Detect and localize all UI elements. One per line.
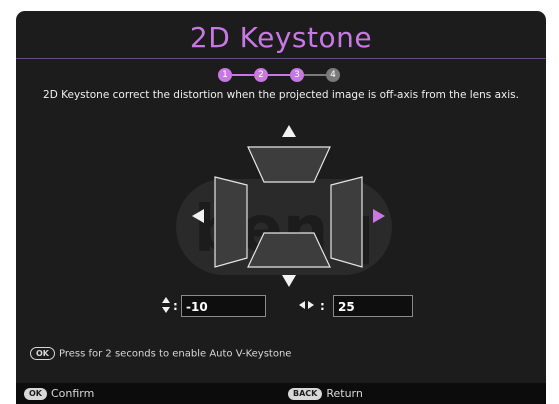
confirm-hint[interactable]: OK Confirm bbox=[24, 387, 94, 401]
ok-key-badge: OK bbox=[30, 347, 55, 360]
keystone-diagram bbox=[162, 125, 385, 313]
arrow-right-icon[interactable] bbox=[373, 209, 385, 223]
vertical-keystone-value[interactable]: -10 bbox=[181, 295, 266, 317]
keystone-left-shape bbox=[214, 176, 248, 268]
confirm-label: Confirm bbox=[51, 387, 95, 400]
footer-bar: OK Confirm BACK Return bbox=[16, 383, 546, 404]
osd-window: 2D Keystone 1 2 3 4 2D Keystone correct … bbox=[16, 11, 546, 404]
arrow-up-icon[interactable] bbox=[282, 125, 296, 137]
arrow-left-icon[interactable] bbox=[192, 209, 204, 223]
left-right-arrows-icon bbox=[299, 301, 314, 309]
return-hint[interactable]: BACK Return bbox=[288, 387, 363, 401]
horizontal-keystone-value[interactable]: 25 bbox=[333, 295, 413, 317]
vertical-colon: : bbox=[173, 299, 178, 313]
return-label: Return bbox=[326, 387, 363, 400]
ok-key-icon: OK bbox=[24, 388, 47, 400]
auto-keystone-hint: OK Press for 2 seconds to enable Auto V-K… bbox=[30, 347, 291, 361]
horizontal-colon: : bbox=[320, 299, 325, 313]
keystone-bottom-shape bbox=[247, 232, 331, 268]
keystone-top-shape bbox=[247, 146, 331, 183]
arrow-down-icon[interactable] bbox=[282, 275, 296, 287]
hint-text: Press for 2 seconds to enable Auto V-Key… bbox=[59, 348, 292, 360]
back-key-icon: BACK bbox=[288, 388, 323, 400]
up-down-arrows-icon bbox=[162, 297, 170, 313]
keystone-right-shape bbox=[330, 176, 363, 268]
